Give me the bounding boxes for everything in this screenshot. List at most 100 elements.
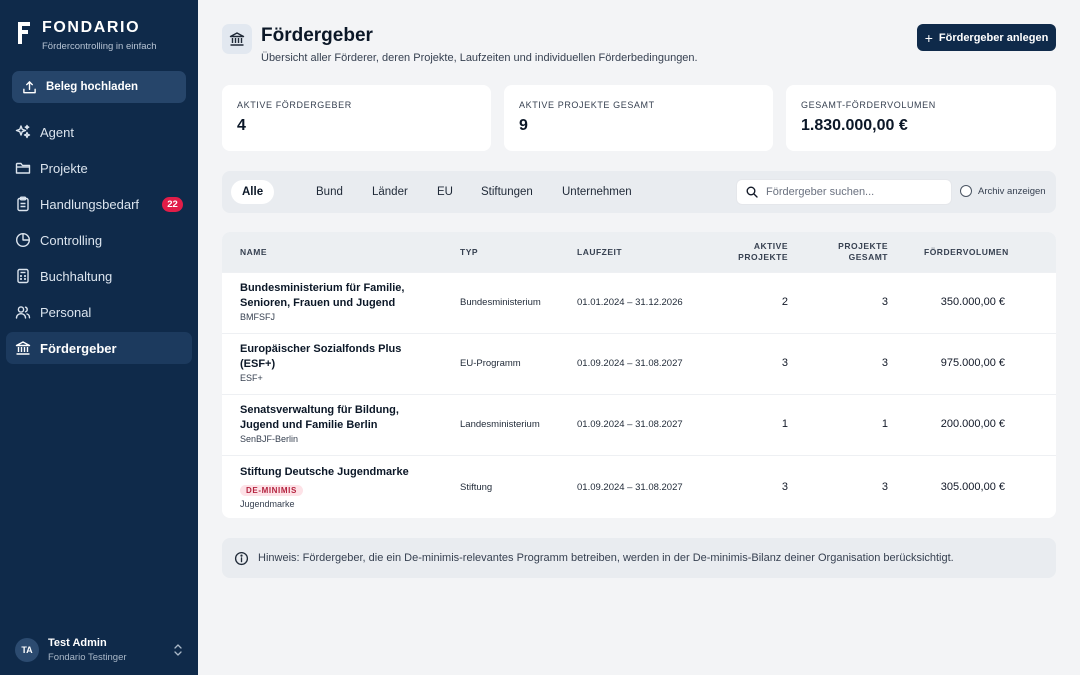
sidebar-item-label: Personal (40, 304, 92, 320)
funding-volume: 305.000,00 € (940, 481, 1005, 493)
table-header: Name Typ Laufzeit Aktive Projekte Projek… (222, 232, 1056, 272)
funding-volume: 200.000,00 € (940, 418, 1005, 430)
page-subtitle: Übersicht aller Förderer, deren Projekte… (261, 52, 698, 64)
sidebar-item-label: Agent (40, 124, 74, 140)
funding-volume: 350.000,00 € (940, 296, 1005, 308)
active-projects-count: 3 (781, 357, 788, 369)
column-header-volume[interactable]: Fördervolumen (924, 247, 1009, 258)
funder-abbreviation: Jugendmarke (240, 499, 295, 509)
funder-duration: 01.09.2024 – 31.08.2027 (577, 482, 683, 493)
funders-table: Name Typ Laufzeit Aktive Projekte Projek… (222, 232, 1056, 518)
sidebar-item-label: Fördergeber (40, 340, 117, 356)
total-projects-count: 1 (881, 418, 888, 430)
page-icon (222, 24, 252, 54)
column-header-active-projects[interactable]: Aktive Projekte (722, 241, 788, 263)
funder-name-line: Bundesministerium für Familie, (240, 282, 405, 294)
sidebar-item-handlungsbedarf[interactable]: Handlungsbedarf 22 (6, 188, 192, 220)
upload-icon (23, 80, 36, 93)
user-menu[interactable]: TA Test Admin Fondario Testinger (15, 634, 187, 666)
total-projects-count: 3 (881, 481, 888, 493)
active-projects-count: 2 (781, 296, 788, 308)
funder-name-line: Senatsverwaltung für Bildung, (240, 404, 399, 416)
sidebar-item-buchhaltung[interactable]: Buchhaltung (6, 260, 192, 292)
funder-duration: 01.09.2024 – 31.08.2027 (577, 358, 683, 369)
funder-name-line: Europäischer Sozialfonds Plus (240, 343, 402, 355)
user-organization: Fondario Testinger (48, 651, 127, 663)
funder-name-line: Jugend und Familie Berlin (240, 419, 378, 431)
funder-type: Landesministerium (460, 419, 540, 430)
sidebar-item-projekte[interactable]: Projekte (6, 152, 192, 184)
search-input[interactable] (766, 186, 936, 198)
funding-volume: 975.000,00 € (940, 357, 1005, 369)
brand-tagline: Fördercontrolling in einfach (42, 41, 157, 52)
column-header-laufzeit[interactable]: Laufzeit (577, 247, 622, 258)
sidebar-item-foerdergeber[interactable]: Fördergeber (6, 332, 192, 364)
de-minimis-badge: DE-MINIMIS (240, 485, 303, 496)
table-row[interactable]: Senatsverwaltung für Bildung, Jugend und… (222, 394, 1056, 455)
sidebar-item-controlling[interactable]: Controlling (6, 224, 192, 256)
info-note: Hinweis: Fördergeber, die ein De-minimis… (222, 538, 1056, 578)
column-header-typ[interactable]: Typ (460, 247, 478, 258)
brand[interactable]: FONDARIO Fördercontrolling in einfach (17, 19, 157, 52)
funder-name-line: Stiftung Deutsche Jugendmarke (240, 466, 409, 478)
user-name: Test Admin (48, 636, 107, 649)
notification-count-badge: 22 (162, 197, 183, 212)
archive-toggle[interactable]: Archiv anzeigen (960, 185, 1046, 197)
tab-laender[interactable]: Länder (361, 180, 419, 204)
bank-icon (15, 341, 31, 355)
sidebar-item-agent[interactable]: Agent (6, 116, 192, 148)
table-row[interactable]: Stiftung Deutsche Jugendmarke DE-MINIMIS… (222, 455, 1056, 518)
stat-card-total-volume: Gesamt-Fördervolumen 1.830.000,00 € (786, 85, 1056, 151)
table-row[interactable]: Europäischer Sozialfonds Plus (ESF+) ESF… (222, 333, 1056, 394)
funder-abbreviation: ESF+ (240, 373, 263, 383)
stat-value: 4 (237, 117, 246, 134)
funder-name-cell: Senatsverwaltung für Bildung, Jugend und… (240, 403, 415, 445)
active-projects-count: 3 (781, 481, 788, 493)
info-note-text: Hinweis: Fördergeber, die ein De-minimis… (258, 552, 954, 564)
total-projects-count: 3 (881, 296, 888, 308)
column-header-line: Projekte (838, 241, 888, 251)
stat-label: Aktive Projekte gesamt (519, 100, 655, 110)
column-header-line: Aktive (753, 241, 788, 251)
sidebar-nav: Agent Projekte Handlungsbedarf 22 Contro… (6, 116, 192, 368)
funder-abbreviation: BMFSFJ (240, 312, 275, 322)
funder-type: Stiftung (460, 482, 493, 493)
upload-receipt-label: Beleg hochladen (46, 81, 139, 93)
stat-label: Gesamt-Fördervolumen (801, 100, 936, 110)
funder-name-line: Senioren, Frauen und Jugend (240, 297, 396, 309)
funder-abbreviation: SenBJF-Berlin (240, 434, 299, 444)
stat-card-active-projects: Aktive Projekte gesamt 9 (504, 85, 773, 151)
tab-stiftungen[interactable]: Stiftungen (470, 180, 544, 204)
plus-icon: + (924, 29, 933, 46)
add-funder-button[interactable]: + Fördergeber anlegen (917, 24, 1056, 51)
funder-type: Bundesministerium (460, 297, 541, 308)
funder-duration: 01.01.2024 – 31.12.2026 (577, 297, 683, 308)
search-box (736, 179, 952, 205)
upload-receipt-button[interactable]: Beleg hochladen (12, 71, 186, 103)
active-projects-count: 1 (781, 418, 788, 430)
stat-value: 9 (519, 117, 528, 134)
tab-unternehmen[interactable]: Unternehmen (551, 180, 643, 204)
tab-eu[interactable]: EU (426, 180, 464, 204)
avatar: TA (15, 638, 39, 662)
table-row[interactable]: Bundesministerium für Familie, Senioren,… (222, 272, 1056, 333)
users-icon (15, 306, 31, 319)
filter-bar: Alle Bund Länder EU Stiftungen Unternehm… (222, 171, 1056, 213)
sidebar-item-label: Projekte (40, 160, 88, 176)
chevron-up-down-icon (174, 644, 182, 656)
tab-alle[interactable]: Alle (231, 180, 275, 204)
total-projects-count: 3 (881, 357, 888, 369)
pie-chart-icon (15, 232, 31, 248)
column-header-total-projects[interactable]: Projekte gesamt (818, 241, 888, 263)
sidebar-item-personal[interactable]: Personal (6, 296, 192, 328)
sidebar: FONDARIO Fördercontrolling in einfach Be… (0, 0, 198, 675)
funder-name-cell: Europäischer Sozialfonds Plus (ESF+) ESF… (240, 342, 415, 384)
archive-checkbox[interactable] (960, 185, 972, 197)
column-header-name[interactable]: Name (240, 247, 267, 258)
info-icon (234, 551, 249, 565)
search-icon (746, 186, 758, 198)
tab-bund[interactable]: Bund (305, 180, 354, 204)
brand-name: FONDARIO (42, 19, 141, 36)
column-header-line: Projekte (738, 252, 788, 262)
page-title: Fördergeber (261, 25, 373, 46)
